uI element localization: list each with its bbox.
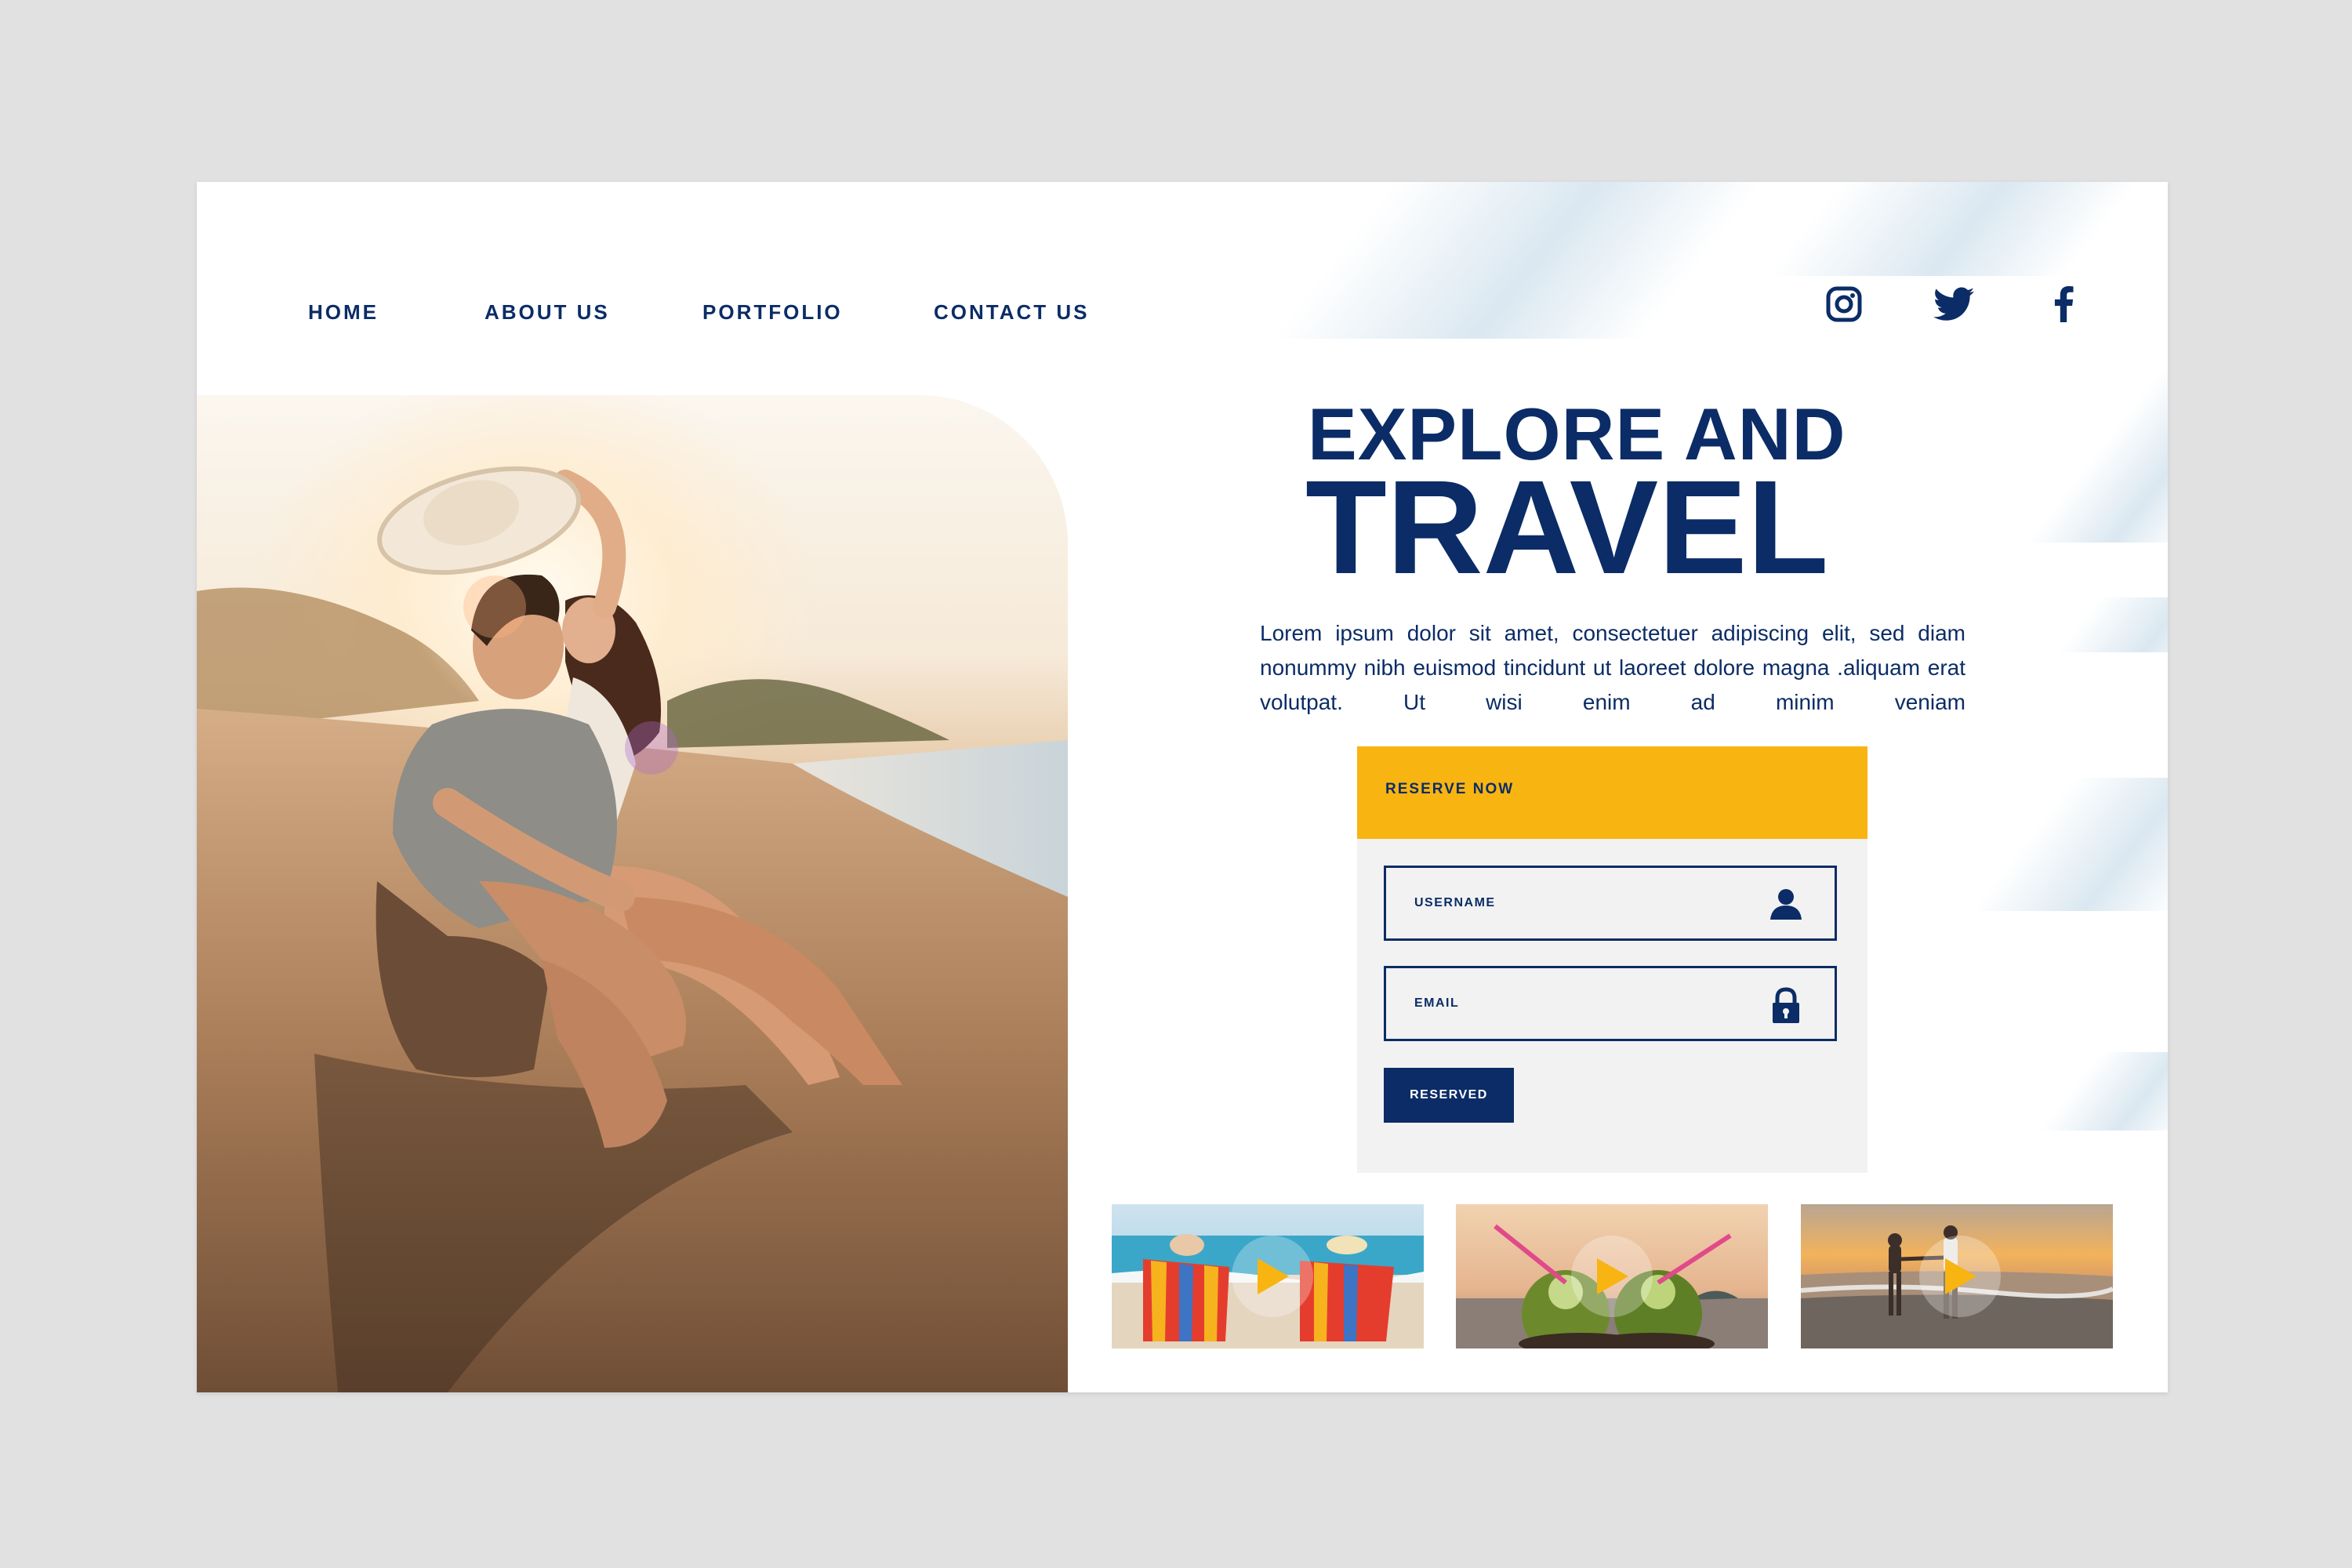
decor-stripe — [2039, 1052, 2168, 1131]
landing-page-card: HOME ABOUT US PORTFOLIO CONTACT US EXPLO… — [197, 182, 2168, 1392]
twitter-icon[interactable] — [1930, 281, 1977, 328]
decor-stripe — [1272, 182, 1764, 339]
video-thumbnail-beach-chairs[interactable] — [1112, 1204, 1424, 1348]
play-icon[interactable] — [1919, 1236, 2001, 1317]
email-field — [1384, 966, 1837, 1041]
video-thumbnail-coconut-drinks[interactable] — [1456, 1204, 1768, 1348]
username-input[interactable] — [1386, 868, 1835, 938]
hero-description: Lorem ipsum dolor sit amet, consectetuer… — [1260, 621, 1965, 714]
facebook-icon[interactable] — [2040, 281, 2087, 328]
nav-about-us[interactable]: ABOUT US — [485, 289, 610, 336]
email-input[interactable] — [1386, 968, 1835, 1039]
decor-stripe — [2056, 597, 2168, 652]
play-icon[interactable] — [1571, 1236, 1653, 1317]
nav-home[interactable]: HOME — [308, 289, 379, 336]
decor-stripe — [2027, 370, 2168, 543]
nav-contact-us[interactable]: CONTACT US — [934, 289, 1090, 336]
reservation-form: RESERVE NOW RESERVED — [1357, 746, 1867, 1173]
hero-photo-couple-on-beach — [197, 395, 1068, 1392]
hero-title-line2: TRAVEL — [1305, 453, 1829, 602]
nav-portfolio[interactable]: PORTFOLIO — [702, 289, 843, 336]
play-icon[interactable] — [1232, 1236, 1313, 1317]
decor-stripe — [1767, 182, 2139, 276]
reserved-button[interactable]: RESERVED — [1384, 1068, 1514, 1123]
video-thumbnail-couple-walking[interactable] — [1801, 1204, 2113, 1348]
decor-stripe — [1971, 778, 2168, 911]
form-header: RESERVE NOW — [1357, 746, 1867, 839]
form-header-label: RESERVE NOW — [1385, 781, 1515, 797]
user-icon — [1769, 887, 1803, 921]
instagram-icon[interactable] — [1820, 281, 1867, 328]
username-field — [1384, 866, 1837, 941]
lock-icon — [1769, 987, 1803, 1023]
